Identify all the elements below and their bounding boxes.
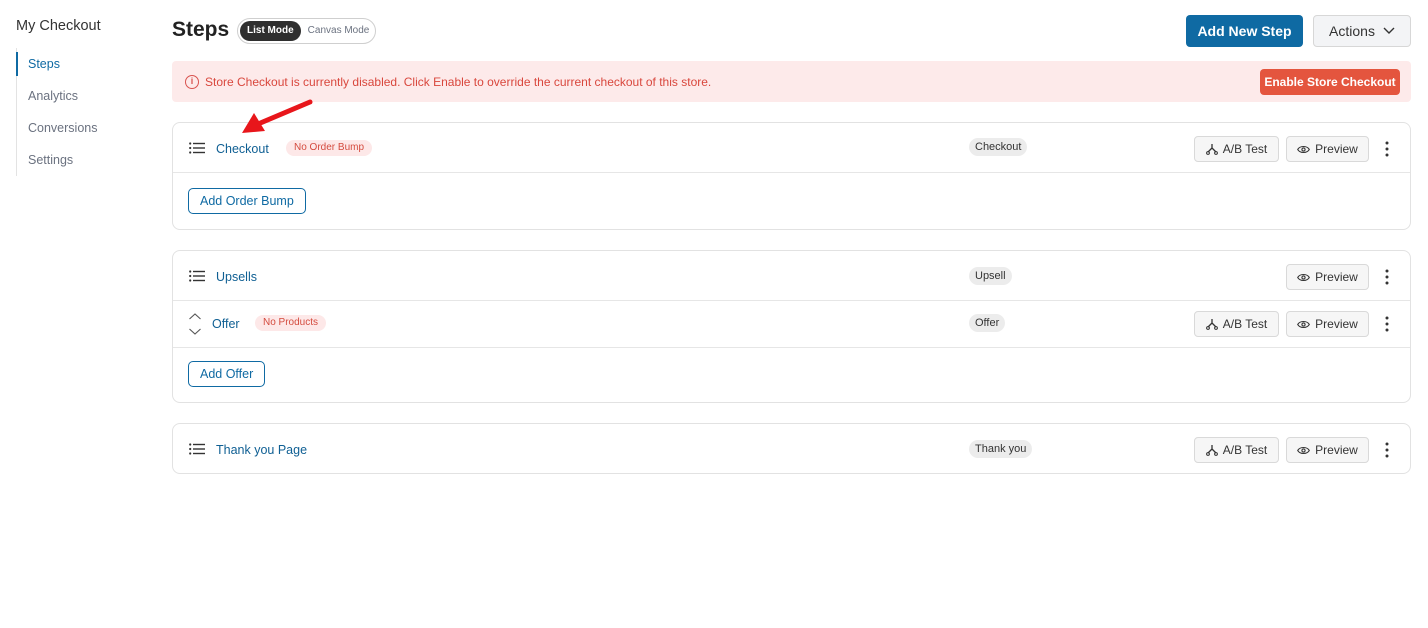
preview-button[interactable]: Preview (1286, 311, 1369, 337)
reorder-arrows-icon[interactable] (188, 312, 202, 336)
checkout-step-link[interactable]: Checkout (216, 142, 269, 156)
ab-test-label: A/B Test (1222, 317, 1268, 331)
upsells-step-row: Upsells Upsell Preview (173, 251, 1410, 301)
upsells-step-link[interactable]: Upsells (216, 270, 257, 284)
sidebar: My Checkout Steps Analytics Conversions … (0, 0, 150, 628)
more-options-icon[interactable] (1381, 441, 1393, 459)
chevron-down-icon (1383, 27, 1395, 34)
step-type-pill: Offer (969, 314, 1006, 332)
sidebar-item-analytics[interactable]: Analytics (17, 80, 146, 112)
eye-icon (1297, 145, 1311, 153)
step-type-pill: Checkout (969, 138, 1028, 156)
more-options-icon[interactable] (1381, 140, 1393, 158)
sidebar-item-settings[interactable]: Settings (17, 144, 146, 176)
eye-icon (1297, 273, 1311, 281)
upsells-step-card: Upsells Upsell Preview Offer No Products… (172, 250, 1411, 403)
enable-store-checkout-button[interactable]: Enable Store Checkout (1260, 69, 1400, 95)
thankyou-step-card: Thank you Page Thank you A/B Test Previe… (172, 423, 1411, 474)
ab-test-button[interactable]: A/B Test (1194, 136, 1279, 162)
no-order-bump-badge: No Order Bump (286, 140, 373, 156)
ab-test-button[interactable]: A/B Test (1194, 437, 1279, 463)
mode-toggle: List Mode Canvas Mode (237, 18, 376, 44)
ab-test-label: A/B Test (1222, 142, 1268, 156)
preview-button[interactable]: Preview (1286, 264, 1369, 290)
sidebar-item-conversions[interactable]: Conversions (17, 112, 146, 144)
step-type-pill: Upsell (969, 267, 1012, 285)
order-bump-row: Add Order Bump (173, 173, 1410, 229)
drag-list-icon[interactable] (189, 270, 205, 282)
add-order-bump-button[interactable]: Add Order Bump (188, 188, 306, 214)
checkout-step-card: Checkout No Order Bump Checkout A/B Test… (172, 122, 1411, 230)
eye-icon (1297, 446, 1311, 454)
thankyou-step-link[interactable]: Thank you Page (216, 443, 307, 457)
offer-row: Offer No Products Offer A/B Test Preview (173, 301, 1410, 348)
page-title: Steps (172, 18, 230, 41)
preview-label: Preview (1315, 142, 1358, 156)
preview-label: Preview (1315, 270, 1358, 284)
checkout-disabled-alert: i Store Checkout is currently disabled. … (172, 61, 1411, 102)
sidebar-nav: Steps Analytics Conversions Settings (16, 48, 146, 176)
drag-list-icon[interactable] (189, 443, 205, 455)
add-new-step-button[interactable]: Add New Step (1186, 15, 1303, 47)
split-icon (1205, 445, 1218, 456)
add-offer-button[interactable]: Add Offer (188, 361, 266, 387)
split-icon (1205, 319, 1218, 330)
preview-button[interactable]: Preview (1286, 136, 1369, 162)
ab-test-label: A/B Test (1222, 443, 1268, 457)
eye-icon (1297, 320, 1311, 328)
no-products-badge: No Products (255, 315, 327, 331)
actions-label: Actions (1329, 23, 1375, 39)
offer-step-link[interactable]: Offer (212, 317, 240, 331)
more-options-icon[interactable] (1381, 268, 1393, 286)
list-mode-button[interactable]: List Mode (240, 21, 301, 41)
sidebar-title: My Checkout (16, 18, 101, 34)
preview-label: Preview (1315, 443, 1358, 457)
thankyou-step-row: Thank you Page Thank you A/B Test Previe… (173, 424, 1410, 473)
actions-dropdown[interactable]: Actions (1313, 15, 1411, 47)
sidebar-item-steps[interactable]: Steps (16, 48, 146, 80)
split-icon (1205, 144, 1218, 155)
step-type-pill: Thank you (969, 440, 1033, 458)
alert-message: Store Checkout is currently disabled. Cl… (205, 74, 712, 89)
drag-list-icon[interactable] (189, 142, 205, 154)
preview-label: Preview (1315, 317, 1358, 331)
canvas-mode-button[interactable]: Canvas Mode (301, 21, 377, 41)
preview-button[interactable]: Preview (1286, 437, 1369, 463)
checkout-step-row: Checkout No Order Bump Checkout A/B Test… (173, 123, 1410, 173)
add-offer-row: Add Offer (173, 348, 1410, 402)
more-options-icon[interactable] (1381, 315, 1393, 333)
info-icon: i (185, 74, 199, 89)
ab-test-button[interactable]: A/B Test (1194, 311, 1279, 337)
